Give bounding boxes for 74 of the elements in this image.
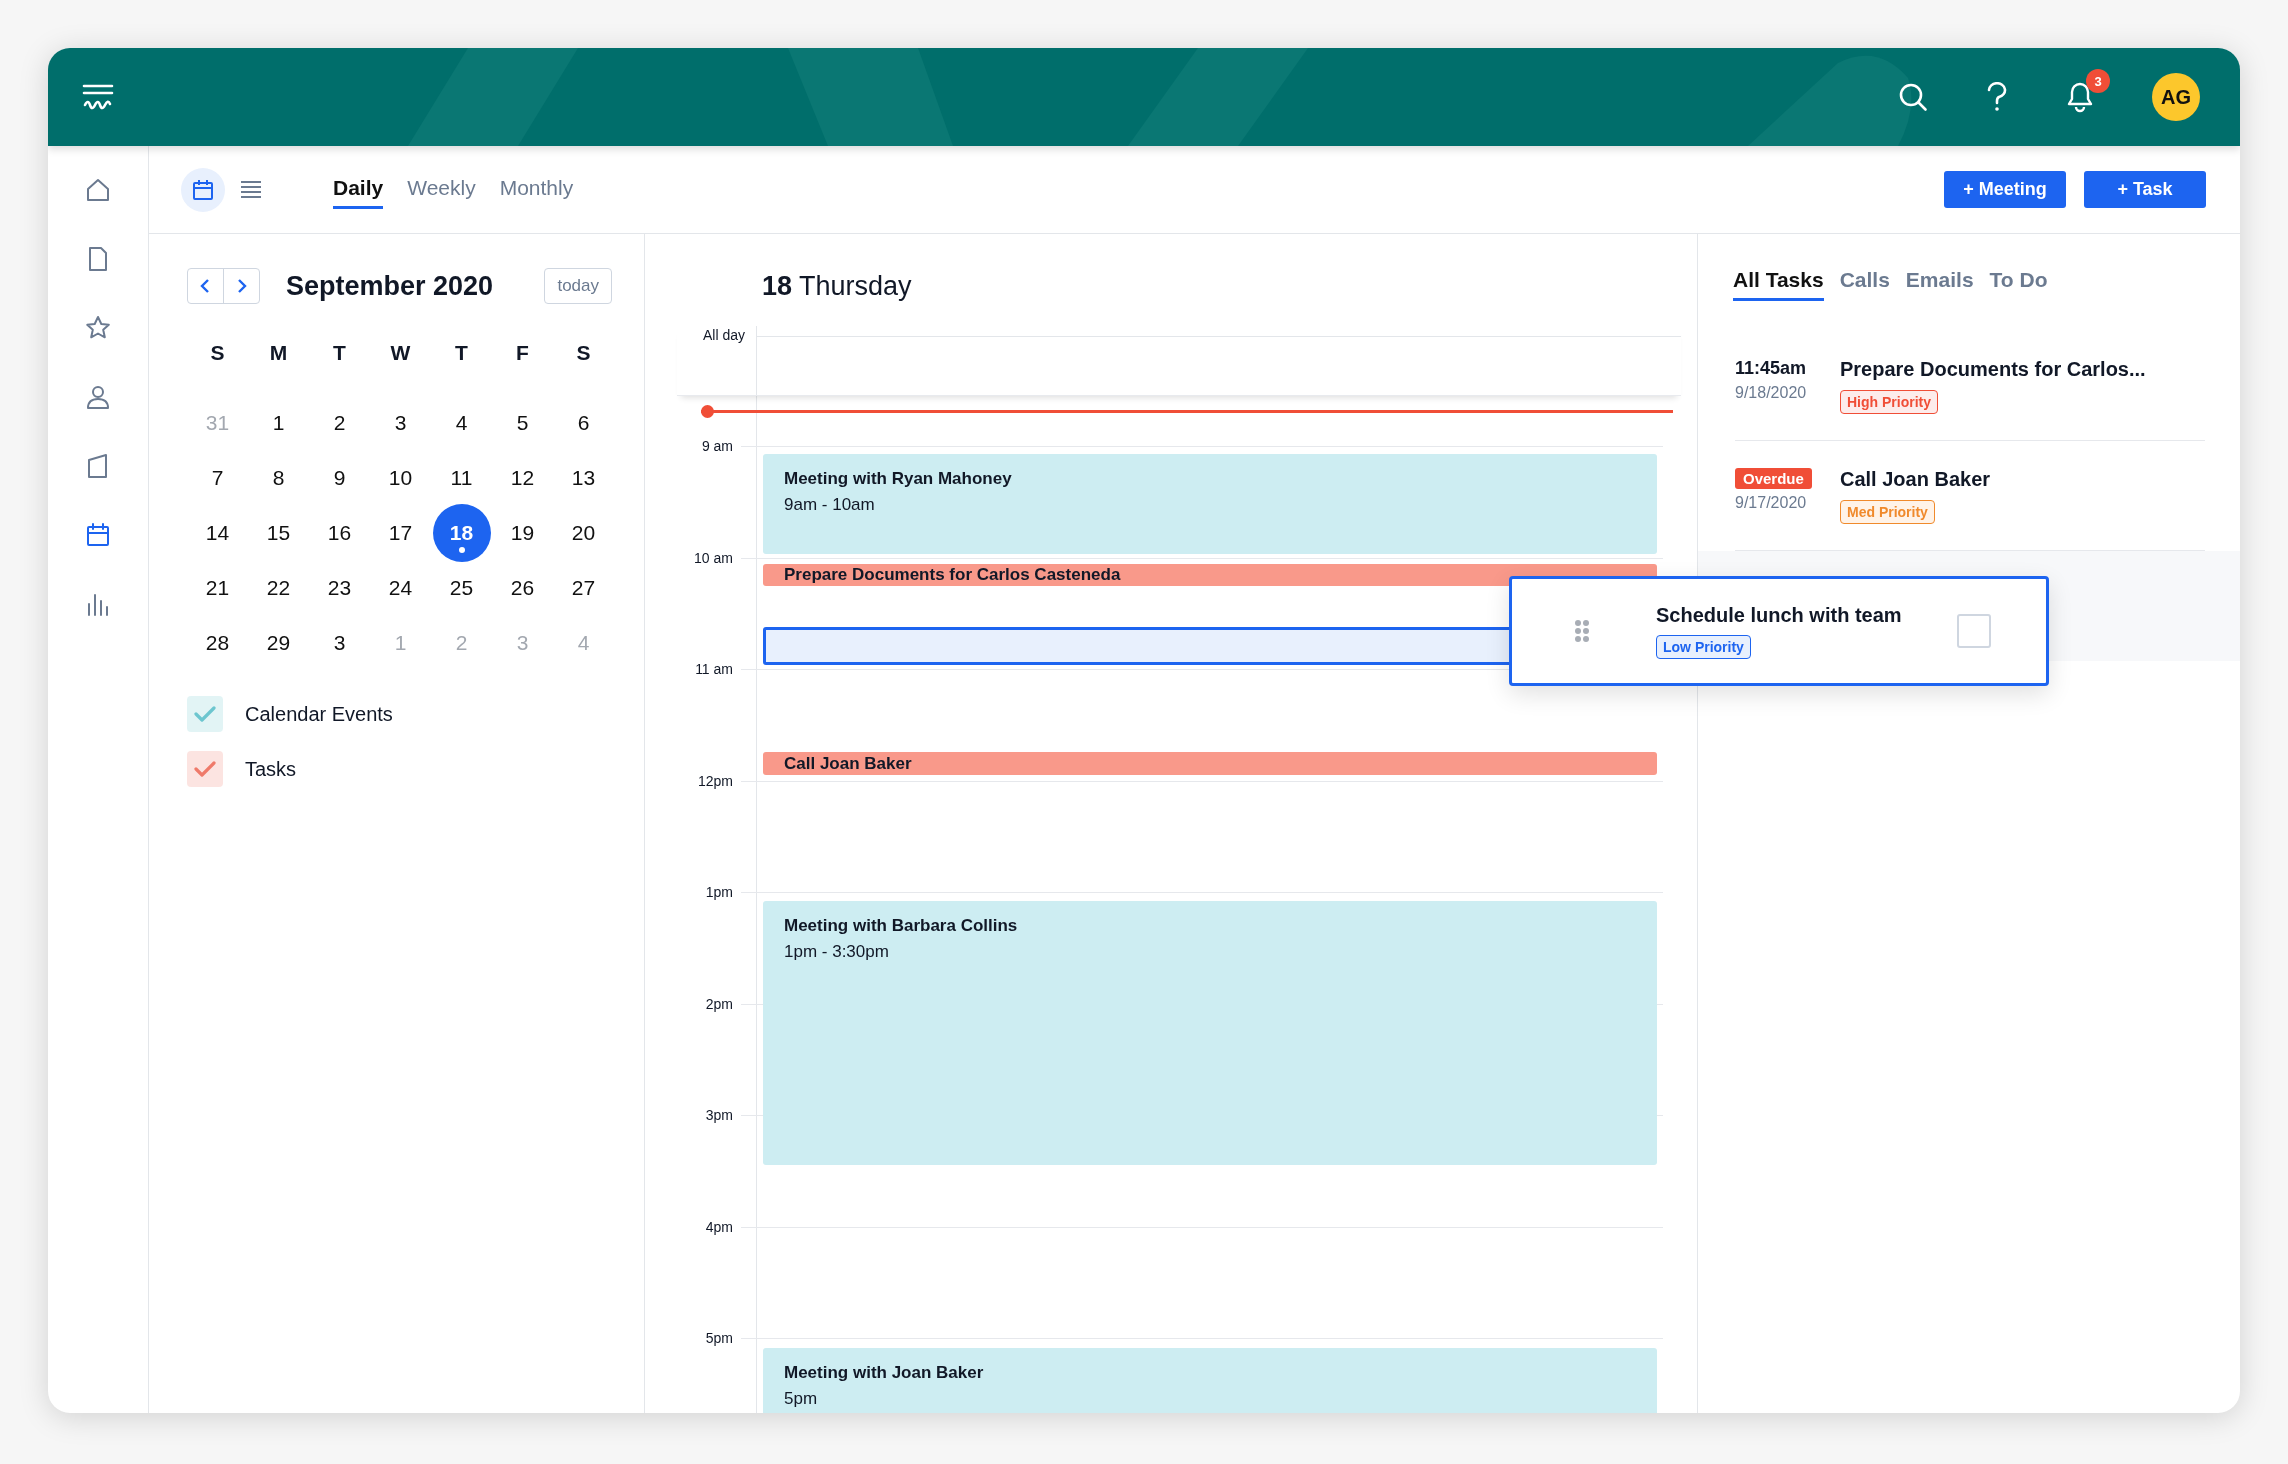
hour-label: 1pm (705, 884, 733, 900)
calendar-icon (191, 177, 215, 202)
person-icon[interactable] (84, 383, 112, 411)
calendar-icon[interactable] (84, 521, 112, 549)
weekday-label: T (454, 340, 469, 366)
hour-label: 3pm (705, 1107, 733, 1123)
event-title: Call Joan Baker (784, 753, 913, 774)
event-title: Meeting with Joan Baker (784, 1363, 985, 1383)
hour-label: 5pm (705, 1330, 733, 1346)
filter-label: Tasks (245, 757, 297, 781)
hour-label: 10 am (694, 549, 733, 566)
weekday-label: S (209, 340, 226, 366)
checkmark-icon (194, 705, 216, 723)
all-day-label: All day (701, 327, 745, 343)
task-date: 9/18/2020 (1735, 384, 1808, 402)
hour-label: 11 am (695, 661, 733, 677)
view-tab[interactable]: Daily (333, 170, 384, 209)
filter-label: Calendar Events (245, 702, 393, 726)
day-title: 18 Thursday (762, 271, 913, 303)
view-tab[interactable]: Monthly (499, 170, 574, 209)
priority-tag: High Priority (1840, 390, 1938, 414)
task-tab[interactable]: Emails (1905, 266, 1974, 301)
checkmark-icon (194, 760, 216, 778)
task-tab[interactable]: Calls (1839, 266, 1890, 301)
event-title: Meeting with Ryan Mahoney (784, 469, 1013, 489)
weekday-label: W (389, 340, 412, 366)
calendar-day[interactable]: 18 (432, 503, 491, 562)
task-checkbox[interactable] (1957, 614, 1991, 648)
filter-checkbox[interactable] (187, 751, 223, 787)
task-date: 9/17/2020 (1735, 494, 1808, 512)
menu-logo-icon[interactable] (82, 83, 114, 111)
event-title: Meeting with Barbara Collins (784, 916, 1019, 936)
notification-badge: 3 (2086, 69, 2110, 93)
event-time: 1pm - 3:30pm (784, 942, 890, 962)
filter-checkbox[interactable] (187, 696, 223, 732)
task-event[interactable]: Call Joan Baker (763, 752, 1657, 775)
hour-label: 4pm (705, 1218, 733, 1235)
weekday-label: F (515, 340, 530, 366)
add-button[interactable]: + Meeting (1944, 171, 2066, 208)
calendar-view-toggle[interactable] (181, 167, 225, 212)
hour-label: 12pm (697, 772, 733, 789)
task-tab[interactable]: All Tasks (1733, 266, 1824, 301)
user-avatar[interactable]: AG (2152, 73, 2200, 121)
search-icon[interactable] (1898, 82, 1928, 112)
month-title: September 2020 (286, 270, 494, 302)
dragged-task-card[interactable]: Schedule lunch with team Low Priority (1509, 576, 2049, 686)
hour-label: 2pm (705, 995, 733, 1012)
weekday-label: T (332, 340, 347, 366)
weekday-label: M (268, 340, 289, 366)
meeting-event[interactable]: Meeting with Barbara Collins 1pm - 3:30pm (763, 901, 1657, 1165)
home-icon[interactable] (84, 176, 112, 204)
task-title[interactable]: Prepare Documents for Carlos... (1840, 358, 2146, 381)
view-tab[interactable]: Weekly (407, 170, 476, 209)
priority-tag: Med Priority (1840, 500, 1935, 524)
overdue-badge: Overdue (1735, 468, 1812, 489)
priority-tag: Low Priority (1656, 634, 1751, 659)
task-title[interactable]: Call Joan Baker (1840, 468, 1991, 491)
task-title: Schedule lunch with team (1656, 603, 1902, 627)
weekday-label: S (575, 340, 592, 366)
event-time: 9am - 10am (784, 495, 876, 515)
task-time: 11:45am (1735, 358, 1808, 379)
today-button[interactable]: today (544, 268, 612, 304)
meeting-event[interactable]: Meeting with Joan Baker 5pm (763, 1348, 1657, 1413)
task-event[interactable]: Prepare Documents for Carlos Casteneda (763, 564, 1657, 586)
add-button[interactable]: + Task (2084, 171, 2206, 208)
list-icon (239, 178, 263, 201)
event-title: Prepare Documents for Carlos Casteneda (784, 565, 1122, 585)
meeting-event[interactable]: Meeting with Ryan Mahoney 9am - 10am (763, 454, 1657, 554)
hour-label: 9 am (701, 438, 733, 454)
help-icon[interactable] (1986, 82, 2008, 112)
task-tab[interactable]: To Do (1989, 266, 2048, 301)
drag-handle-icon[interactable] (1574, 619, 1590, 643)
bell-icon[interactable] (2066, 81, 2094, 113)
event-time: 5pm (784, 1389, 819, 1409)
